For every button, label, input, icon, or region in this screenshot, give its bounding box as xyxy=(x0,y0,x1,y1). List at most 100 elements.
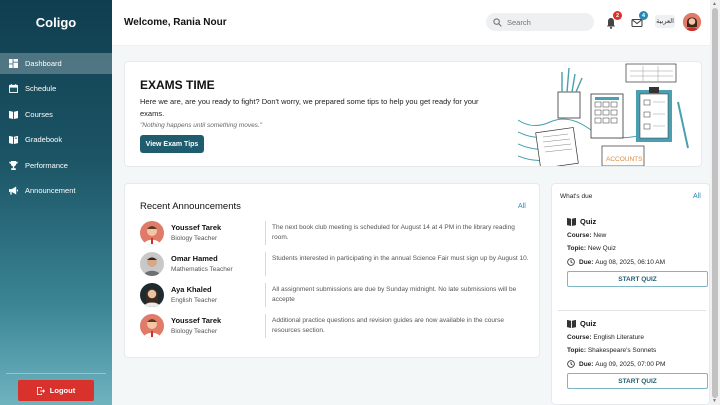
logout-button[interactable]: Logout xyxy=(18,380,94,401)
due-item-header: Quiz xyxy=(567,217,709,226)
user-avatar[interactable] xyxy=(683,13,701,31)
announcement-item[interactable]: Youssef Tarek Biology Teacher The next b… xyxy=(140,221,530,247)
announcement-text: Additional practice questions and revisi… xyxy=(272,317,504,334)
announcement-item[interactable]: Aya Khaled English Teacher All assignmen… xyxy=(140,283,530,309)
announcement-text: All assignment submissions are due by Su… xyxy=(272,286,517,303)
avatar-icon xyxy=(140,283,164,307)
due-date: Due: Aug 08, 2025, 06:10 AM xyxy=(567,258,709,266)
search-icon xyxy=(493,17,502,27)
search-bar[interactable] xyxy=(486,13,594,31)
banner-title: EXAMS TIME xyxy=(140,78,215,92)
sidebar-item-label: Courses xyxy=(25,109,53,119)
scroll-down-icon[interactable]: ▼ xyxy=(712,398,717,404)
due-item: Quiz Course: New Topic: New Quiz Due: Au… xyxy=(567,217,709,287)
announcement-author: Aya Khaled xyxy=(171,285,212,294)
announcements-panel: Recent Announcements All Youssef Tarek B… xyxy=(124,183,540,358)
sidebar-nav: Dashboard Schedule Courses Gradebook Per… xyxy=(0,53,112,205)
clock-icon xyxy=(567,360,575,368)
megaphone-icon xyxy=(9,186,18,195)
top-header: Welcome, Rania Nour 2 4 العربية xyxy=(112,0,710,46)
app-logo[interactable]: Coligo xyxy=(0,15,112,30)
divider xyxy=(265,314,266,338)
scroll-up-icon[interactable]: ▲ xyxy=(712,1,717,7)
announcement-text: Students interested in participating in … xyxy=(272,255,529,262)
page-scrollbar[interactable]: ▲ ▼ xyxy=(710,0,720,405)
announcement-role: English Teacher xyxy=(171,297,218,304)
announcements-title: Recent Announcements xyxy=(140,201,241,212)
announcement-role: Mathematics Teacher xyxy=(171,266,233,273)
due-topic: Topic: New Quiz xyxy=(567,245,617,252)
sidebar-divider xyxy=(6,373,106,374)
due-course: Course: New xyxy=(567,232,607,239)
avatar-icon xyxy=(140,221,164,245)
start-quiz-button[interactable]: START QUIZ xyxy=(567,373,708,389)
due-date: Due: Aug 09, 2025, 07:00 PM xyxy=(567,360,709,368)
sidebar-item-label: Dashboard xyxy=(25,59,62,68)
logout-icon xyxy=(36,386,45,395)
logout-wrap: Logout xyxy=(18,380,94,401)
due-item: Quiz Course: English Literature Topic: S… xyxy=(567,319,709,389)
whats-due-title: What's due xyxy=(560,193,593,200)
announcement-item[interactable]: Youssef Tarek Biology Teacher Additional… xyxy=(140,314,530,340)
announcement-text: The next book club meeting is scheduled … xyxy=(272,224,515,241)
exam-banner: EXAMS TIME Here we are, are you ready to… xyxy=(124,61,702,167)
sidebar-item-courses[interactable]: Courses xyxy=(0,104,112,125)
sidebar: Coligo Dashboard Schedule Courses Gradeb… xyxy=(0,0,112,405)
user-avatar-icon xyxy=(683,13,701,31)
sidebar-item-schedule[interactable]: Schedule xyxy=(0,78,112,99)
announcement-author: Omar Hamed xyxy=(171,254,218,263)
sidebar-item-performance[interactable]: Performance xyxy=(0,155,112,176)
due-item-header: Quiz xyxy=(567,319,709,328)
sidebar-item-gradebook[interactable]: Gradebook xyxy=(0,129,112,150)
banner-quote: "Nothing happens until something moves." xyxy=(140,122,263,129)
due-item-type: Quiz xyxy=(580,319,597,328)
due-topic: Topic: Shakespeare's Sonnets xyxy=(567,347,657,354)
avatar xyxy=(140,314,164,338)
divider xyxy=(265,283,266,307)
sidebar-item-label: Schedule xyxy=(25,84,57,94)
messages-button[interactable]: 4 xyxy=(631,11,648,28)
dashboard-icon xyxy=(9,59,18,68)
divider xyxy=(265,252,266,276)
trophy-icon xyxy=(9,160,18,170)
avatar-icon xyxy=(140,314,164,338)
welcome-title: Welcome, Rania Nour xyxy=(124,17,227,28)
notifications-badge: 2 xyxy=(613,11,622,20)
announcement-role: Biology Teacher xyxy=(171,235,218,242)
avatar xyxy=(140,283,164,307)
banner-text: Here we are, are you ready to fight? Don… xyxy=(140,97,479,118)
clock-icon xyxy=(567,258,575,266)
sidebar-item-label: Gradebook xyxy=(25,135,63,145)
whats-due-all-link[interactable]: All xyxy=(693,193,701,200)
whats-due-panel: What's due All Quiz Course: New Topic: N… xyxy=(551,183,710,405)
announcement-item[interactable]: Omar Hamed Mathematics Teacher Students … xyxy=(140,252,530,278)
divider xyxy=(558,310,706,311)
quiz-icon xyxy=(567,217,576,226)
avatar xyxy=(140,221,164,245)
sidebar-item-announcement[interactable]: Announcement xyxy=(0,180,112,201)
scroll-thumb[interactable] xyxy=(712,8,718,398)
announcement-author: Youssef Tarek xyxy=(171,316,222,325)
search-input[interactable] xyxy=(507,17,587,27)
view-exam-tips-button[interactable]: View Exam Tips xyxy=(140,135,204,153)
sidebar-item-dashboard[interactable]: Dashboard xyxy=(0,53,112,74)
exam-illustration: ACCOUNTS xyxy=(518,63,689,166)
sidebar-item-label: Performance xyxy=(25,160,68,170)
avatar xyxy=(140,252,164,276)
logout-label: Logout xyxy=(49,386,76,395)
avatar-icon xyxy=(140,252,164,276)
start-quiz-button[interactable]: START QUIZ xyxy=(567,271,708,287)
gradebook-icon xyxy=(9,135,18,145)
illustration-label: ACCOUNTS xyxy=(606,156,643,163)
announcements-all-link[interactable]: All xyxy=(518,203,526,210)
quiz-icon xyxy=(567,319,576,328)
book-icon xyxy=(9,110,18,119)
due-item-type: Quiz xyxy=(580,217,597,226)
due-course: Course: English Literature xyxy=(567,334,644,341)
notifications-button[interactable]: 2 xyxy=(605,11,622,29)
messages-badge: 4 xyxy=(639,11,648,20)
announcement-author: Youssef Tarek xyxy=(171,223,222,232)
language-toggle[interactable]: العربية xyxy=(655,15,675,28)
calendar-icon xyxy=(9,84,18,94)
announcement-role: Biology Teacher xyxy=(171,328,218,335)
